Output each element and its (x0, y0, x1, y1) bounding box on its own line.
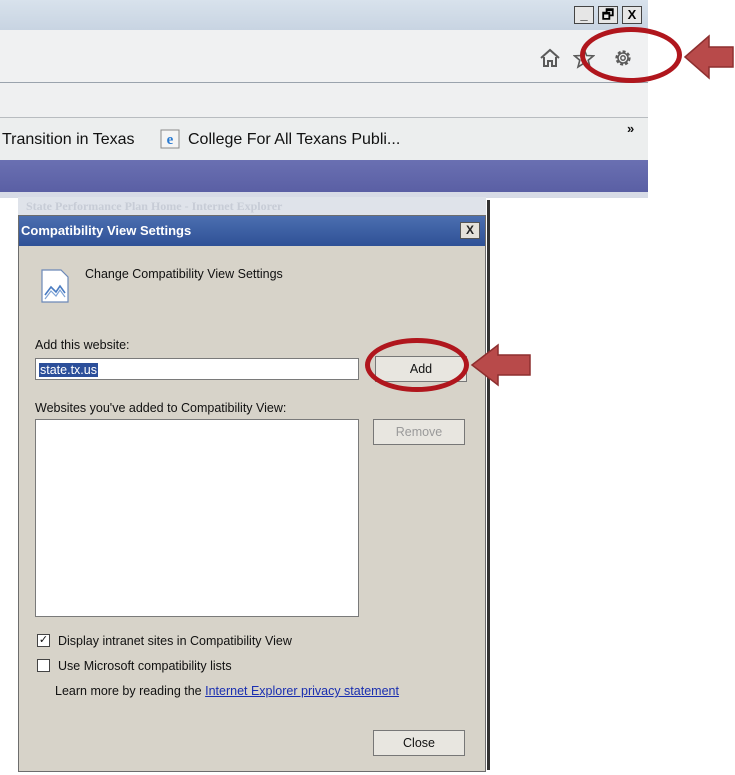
compatibility-page-icon (41, 269, 69, 303)
dialog-close-button[interactable]: X (460, 222, 480, 239)
website-value: state.tx.us (39, 363, 98, 377)
add-website-input[interactable]: state.tx.us (35, 358, 359, 380)
remove-button[interactable]: Remove (373, 419, 465, 445)
pointer-arrow-icon (683, 34, 734, 80)
title-bar: _ 🗗 X (0, 0, 648, 30)
background-window-edge (487, 200, 490, 770)
gear-highlight-ring (580, 27, 682, 83)
favorites-overflow-chevron[interactable]: » (627, 121, 634, 136)
address-area (0, 83, 648, 118)
ms-lists-checkbox-label: Use Microsoft compatibility lists (58, 659, 232, 673)
dialog-title: Compatibility View Settings (21, 223, 192, 238)
intranet-checkbox-label: Display intranet sites in Compatibility … (58, 634, 292, 648)
browser-window: _ 🗗 X Transition in Texas e College For … (0, 0, 648, 198)
intranet-checkbox[interactable]: ✓ (37, 634, 50, 648)
privacy-row: Learn more by reading the Internet Explo… (55, 684, 399, 698)
favorite-transition-in-texas[interactable]: Transition in Texas (2, 131, 135, 149)
pointer-arrow-icon (470, 343, 531, 387)
minimize-button[interactable]: _ (574, 6, 594, 24)
ie-page-icon: e (160, 129, 180, 149)
dialog-title-bar: Compatibility View Settings X (19, 216, 485, 246)
close-window-button[interactable]: X (622, 6, 642, 24)
added-websites-label: Websites you've added to Compatibility V… (35, 401, 287, 415)
background-window-title: State Performance Plan Home - Internet E… (18, 197, 486, 215)
close-button[interactable]: Close (373, 730, 465, 756)
add-highlight-ring (365, 338, 469, 392)
tab-strip (0, 160, 648, 192)
privacy-statement-link[interactable]: Internet Explorer privacy statement (205, 684, 399, 698)
svg-text:e: e (167, 132, 174, 148)
restore-button[interactable]: 🗗 (598, 6, 618, 24)
ms-lists-checkbox-row[interactable]: Use Microsoft compatibility lists (37, 659, 232, 673)
ms-lists-checkbox[interactable] (37, 659, 50, 673)
intranet-checkbox-row[interactable]: ✓ Display intranet sites in Compatibility… (37, 634, 292, 648)
add-website-label: Add this website: (35, 338, 130, 352)
compatibility-view-dialog: Compatibility View Settings X Change Com… (18, 215, 486, 772)
dialog-header-text: Change Compatibility View Settings (85, 267, 283, 281)
added-websites-list[interactable] (35, 419, 359, 617)
favorite-college-for-all-texans[interactable]: College For All Texans Publi... (188, 131, 400, 149)
home-icon[interactable] (539, 47, 561, 69)
privacy-text: Learn more by reading the (55, 684, 202, 698)
